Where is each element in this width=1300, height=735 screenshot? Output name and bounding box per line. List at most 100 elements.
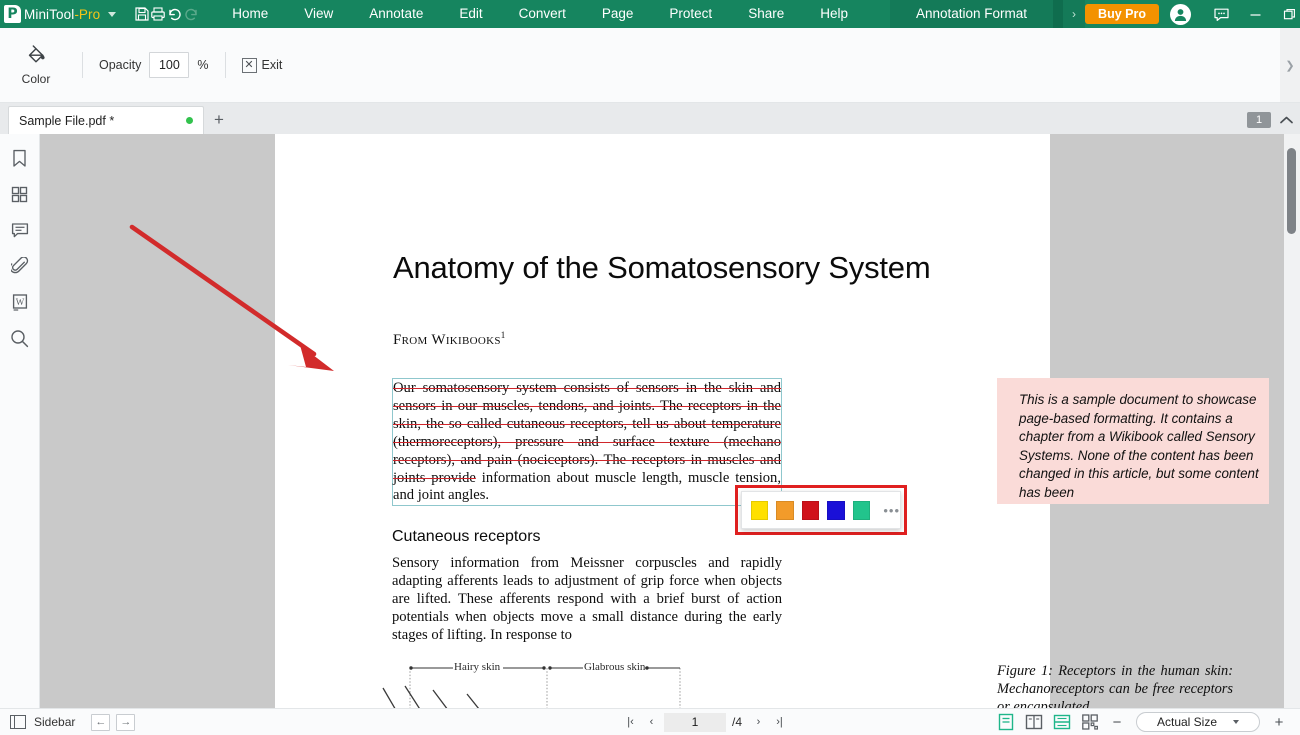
page-navigation: |‹ ‹ 1 /4 › ›|	[622, 712, 788, 732]
figure-diagram: Hairy skin Glabrous skin	[375, 654, 735, 708]
strikeout-annotation[interactable]: Our somatosensory system consists of sen…	[392, 378, 782, 507]
grid-view-icon[interactable]	[1076, 711, 1104, 733]
undo-icon[interactable]	[166, 0, 183, 28]
save-icon[interactable]	[134, 0, 150, 28]
bookmark-icon[interactable]	[6, 146, 34, 171]
color-swatch-blue[interactable]	[827, 500, 845, 520]
chevron-down-icon	[1233, 720, 1240, 724]
menu-item-home[interactable]: Home	[214, 0, 286, 28]
figure-label-hairy-skin: Hairy skin	[454, 661, 501, 673]
color-picker-popup[interactable]: •••	[741, 491, 901, 529]
panel-prev-button[interactable]: ←	[91, 713, 111, 731]
buy-pro-button[interactable]: Buy Pro	[1085, 4, 1159, 24]
menu-bar: P MiniTool-Pro Home View Annotate Edit C…	[0, 0, 1300, 28]
menu-item-convert[interactable]: Convert	[501, 0, 584, 28]
page-title: Anatomy of the Somatosensory System	[393, 250, 931, 285]
opacity-unit: %	[197, 58, 209, 72]
page-number-input[interactable]: 1	[664, 712, 726, 732]
close-box-icon: ✕	[241, 57, 257, 73]
redo-icon[interactable]	[183, 0, 200, 28]
panel-nav-group: ← →	[91, 713, 136, 731]
panel-next-button[interactable]: →	[116, 713, 136, 731]
menu-item-help[interactable]: Help	[802, 0, 866, 28]
note-text: This is a sample document to showcase pa…	[1019, 392, 1259, 500]
context-next-icon[interactable]: ›	[1063, 0, 1085, 28]
document-tab-bar: Sample File.pdf * + 1	[0, 103, 1300, 134]
thumbnails-icon[interactable]	[6, 182, 34, 207]
exit-button[interactable]: ✕ Exit	[241, 57, 283, 73]
menu-item-page[interactable]: Page	[584, 0, 652, 28]
menu-bar-right: Buy Pro	[1085, 0, 1300, 28]
tab-bar-right: 1	[1247, 106, 1300, 134]
annotation-format-ribbon: Color Opacity 100 % ✕ Exit ❯	[0, 28, 1300, 103]
status-bar: Sidebar ← → |‹ ‹ 1 /4 › ›| − Actual Size…	[0, 708, 1300, 735]
vertical-scrollbar[interactable]	[1284, 134, 1300, 708]
ribbon-divider	[82, 52, 83, 78]
menu-item-view[interactable]: View	[286, 0, 351, 28]
total-pages-label: /4	[732, 715, 743, 729]
tab-annotation-format[interactable]: Annotation Format	[889, 0, 1054, 28]
color-swatch-orange[interactable]	[776, 500, 794, 520]
pdf-page[interactable]: Anatomy of the Somatosensory System From…	[275, 134, 1269, 708]
prev-page-button[interactable]: ‹	[643, 712, 660, 732]
app-logo-icon: P	[4, 0, 21, 28]
sidebar-label: Sidebar	[34, 715, 76, 729]
svg-text:W: W	[15, 297, 24, 307]
next-page-button[interactable]: ›	[750, 712, 767, 732]
zoom-out-button[interactable]: −	[1104, 711, 1130, 733]
menu-item-annotate[interactable]: Annotate	[351, 0, 441, 28]
pink-note-box[interactable]: This is a sample document to showcase pa…	[997, 378, 1269, 504]
new-tab-button[interactable]: +	[204, 106, 234, 134]
print-icon[interactable]	[150, 0, 166, 28]
paint-bucket-icon	[28, 45, 45, 63]
section-heading: Cutaneous receptors	[392, 528, 541, 546]
exit-label: Exit	[261, 58, 283, 72]
figure-caption: Figure 1: Receptors in the human skin: M…	[997, 663, 1233, 708]
unsaved-indicator-icon	[186, 117, 193, 124]
context-tab-tail	[1053, 0, 1064, 28]
zoom-in-button[interactable]: +	[1266, 711, 1292, 733]
search-icon[interactable]	[6, 326, 34, 351]
stamp-icon[interactable]: W	[6, 290, 34, 315]
color-button-label: Color	[21, 72, 51, 86]
zoom-level-select[interactable]: Actual Size	[1136, 712, 1260, 732]
left-tool-sidebar: W	[0, 134, 40, 708]
minimize-button[interactable]	[1239, 0, 1273, 28]
document-viewport[interactable]: Anatomy of the Somatosensory System From…	[40, 134, 1284, 708]
color-swatch-red[interactable]	[801, 500, 820, 520]
menu-item-edit[interactable]: Edit	[441, 0, 500, 28]
byline: From Wikibooks1	[393, 330, 506, 348]
more-colors-button[interactable]: •••	[883, 503, 900, 518]
page-badge: 1	[1247, 112, 1271, 128]
first-page-button[interactable]: |‹	[622, 712, 639, 732]
last-page-button[interactable]: ›|	[771, 712, 788, 732]
comments-icon[interactable]	[6, 218, 34, 243]
two-page-icon[interactable]	[1020, 711, 1048, 733]
sidebar-toggle[interactable]: Sidebar	[10, 715, 75, 729]
ribbon-divider-2	[224, 52, 226, 78]
continuous-scroll-icon[interactable]	[1048, 711, 1076, 733]
panel-toggle-icon	[10, 715, 26, 729]
opacity-input[interactable]: 100	[149, 52, 190, 78]
tab-sample-file[interactable]: Sample File.pdf *	[8, 106, 204, 134]
scrollbar-thumb[interactable]	[1287, 148, 1296, 234]
color-button[interactable]: Color	[6, 44, 66, 86]
chevron-up-icon[interactable]	[1279, 113, 1294, 128]
user-avatar-icon[interactable]	[1169, 3, 1191, 25]
ribbon-expand-icon[interactable]: ❯	[1280, 28, 1300, 102]
tab-label: Sample File.pdf *	[19, 113, 115, 128]
chat-bubble-icon[interactable]	[1205, 0, 1239, 28]
color-swatch-green[interactable]	[852, 500, 871, 520]
left-column: Our somatosensory system consists of sen…	[392, 378, 782, 645]
body-paragraph: Sensory information from Meissner corpus…	[392, 555, 782, 643]
color-swatch-yellow[interactable]	[751, 500, 769, 520]
single-page-icon[interactable]	[992, 711, 1020, 733]
attachments-icon[interactable]	[6, 254, 34, 279]
brand-dropdown-icon[interactable]	[108, 11, 117, 17]
opacity-group: Opacity 100 %	[99, 52, 209, 78]
maximize-button[interactable]	[1273, 0, 1300, 28]
main-menu: Home View Annotate Edit Convert Page Pro…	[214, 0, 866, 28]
context-tab-group: Annotation Format ›	[889, 0, 1086, 28]
menu-item-share[interactable]: Share	[730, 0, 802, 28]
menu-item-protect[interactable]: Protect	[651, 0, 730, 28]
